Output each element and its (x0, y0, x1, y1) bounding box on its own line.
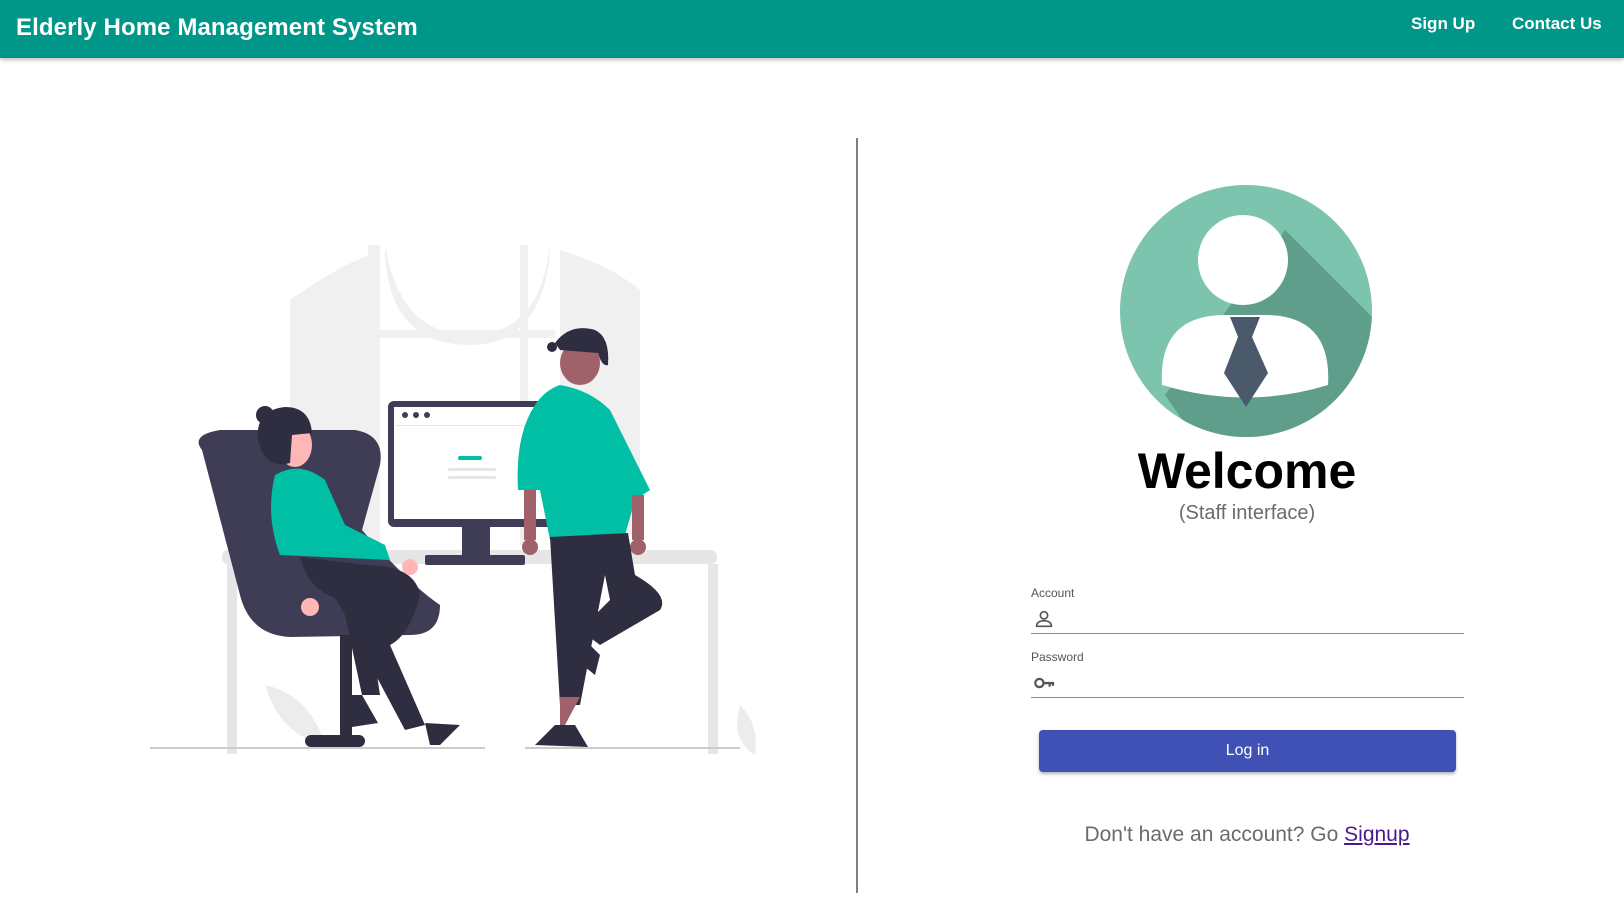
signup-prompt-row: Don't have an account? Go Signup (1000, 823, 1494, 847)
welcome-heading: Welcome (1137, 443, 1357, 499)
nav-signup-link[interactable]: Sign Up (1411, 14, 1475, 34)
password-input[interactable] (1063, 670, 1467, 698)
nav-contact-link[interactable]: Contact Us (1512, 14, 1602, 34)
login-button[interactable]: Log in (1039, 730, 1456, 772)
account-underline (1031, 633, 1464, 634)
signup-prompt-text: Don't have an account? Go (1084, 823, 1345, 846)
staff-avatar-icon (1120, 185, 1372, 437)
person-icon (1035, 610, 1053, 628)
signup-link[interactable]: Signup (1344, 823, 1409, 846)
account-label: Account (1031, 586, 1075, 600)
account-field: Account (1031, 586, 1467, 642)
account-input[interactable] (1063, 606, 1467, 634)
office-illustration (150, 245, 756, 755)
app-bar: Elderly Home Management System Sign Up C… (0, 0, 1624, 58)
key-icon (1034, 677, 1055, 689)
panel-divider (856, 138, 858, 893)
password-field: Password (1031, 650, 1467, 706)
password-label: Password (1031, 650, 1084, 664)
password-underline (1031, 697, 1464, 698)
app-title: Elderly Home Management System (16, 14, 418, 41)
staff-interface-subtitle: (Staff interface) (1178, 502, 1316, 524)
